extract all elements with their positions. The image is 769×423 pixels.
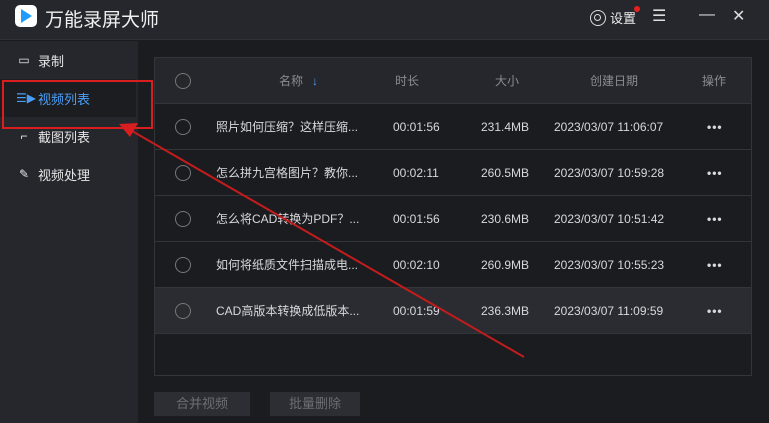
video-name: 怎么拼九宫格图片？教你... (216, 166, 359, 180)
sidebar-item-label: 视频处理 (38, 167, 91, 183)
menu-icon[interactable]: ☰ (652, 6, 666, 26)
sort-arrow-icon[interactable]: ↓ (312, 74, 318, 88)
sidebar-item-screenshot-list[interactable]: ⌐ 截图列表 (0, 117, 136, 155)
video-date: 2023/03/07 11:09:59 (554, 303, 664, 318)
more-options-icon[interactable]: ••• (707, 166, 723, 180)
more-options-icon[interactable]: ••• (707, 212, 723, 226)
video-duration: 00:02:11 (393, 165, 439, 180)
title-bar: 万能录屏大师 设置 ☰ — ✕ (0, 0, 769, 40)
screenshot-icon: ⌐ (20, 129, 28, 143)
table-row[interactable]: 如何将纸质文件扫描成电... 00:02:10 260.9MB 2023/03/… (155, 242, 751, 288)
camera-icon: ▭ (18, 53, 30, 67)
minimize-button[interactable]: — (699, 6, 715, 24)
table-row[interactable]: 照片如何压缩？这样压缩... 00:01:56 231.4MB 2023/03/… (155, 104, 751, 150)
sidebar-item-label: 录制 (38, 53, 65, 69)
video-date: 2023/03/07 10:55:23 (554, 257, 665, 272)
table-row[interactable]: 怎么拼九宫格图片？教你... 00:02:11 260.5MB 2023/03/… (155, 150, 751, 196)
video-size: 260.5MB (481, 165, 530, 180)
sidebar-item-label: 视频列表 (38, 91, 91, 107)
table-row[interactable]: CAD高版本转换成低版本... 00:01:59 236.3MB 2023/03… (155, 288, 751, 334)
sidebar-item-video-processing[interactable]: ✎ 视频处理 (0, 155, 136, 193)
row-checkbox[interactable] (175, 210, 191, 227)
video-list-icon: ☰▶ (16, 91, 36, 105)
video-duration: 00:01:56 (393, 211, 440, 226)
video-size: 260.9MB (481, 257, 530, 272)
sidebar-item-record[interactable]: ▭ 录制 (0, 41, 136, 79)
video-duration: 00:01:59 (393, 303, 440, 318)
row-checkbox[interactable] (175, 118, 191, 135)
video-name: 如何将纸质文件扫描成电... (216, 258, 359, 272)
row-checkbox[interactable] (175, 256, 191, 273)
settings-label: 设置 (610, 11, 637, 26)
video-date: 2023/03/07 10:59:28 (554, 165, 665, 180)
row-checkbox[interactable] (175, 302, 191, 319)
video-size: 231.4MB (481, 119, 530, 134)
sidebar-item-label: 截图列表 (38, 129, 91, 145)
app-logo-icon (15, 5, 37, 27)
video-table: 名称 ↓ 时长 大小 创建日期 操作 照片如何压缩？这样压缩... 00:01:… (154, 57, 752, 376)
header-size: 大小 (495, 74, 520, 88)
header-date: 创建日期 (590, 74, 639, 88)
header-ops: 操作 (702, 74, 727, 88)
row-checkbox[interactable] (175, 164, 191, 181)
notification-dot (634, 6, 640, 12)
more-options-icon[interactable]: ••• (707, 304, 723, 318)
video-duration: 00:01:56 (393, 119, 440, 134)
close-button[interactable]: ✕ (732, 6, 745, 26)
sidebar-item-video-list[interactable]: ☰▶ 视频列表 (0, 79, 136, 117)
sidebar: ▭ 录制 ☰▶ 视频列表 ⌐ 截图列表 ✎ 视频处理 (0, 41, 138, 423)
video-size: 230.6MB (481, 211, 530, 226)
video-name: 照片如何压缩？这样压缩... (216, 120, 359, 134)
more-options-icon[interactable]: ••• (707, 120, 723, 134)
more-options-icon[interactable]: ••• (707, 258, 723, 272)
merge-videos-button[interactable]: 合并视频 (154, 392, 250, 416)
video-duration: 00:02:10 (393, 257, 440, 272)
table-header: 名称 ↓ 时长 大小 创建日期 操作 (155, 58, 751, 104)
video-date: 2023/03/07 10:51:42 (554, 211, 665, 226)
header-duration: 时长 (395, 74, 420, 88)
video-size: 236.3MB (481, 303, 530, 318)
tools-icon: ✎ (18, 167, 30, 181)
gear-icon (590, 9, 606, 26)
app-title: 万能录屏大师 (45, 10, 160, 31)
select-all-checkbox[interactable] (175, 72, 191, 89)
table-row[interactable]: 怎么将CAD转换为PDF？... 00:01:56 230.6MB 2023/0… (155, 196, 751, 242)
settings-button[interactable]: 设置 (590, 8, 636, 27)
video-name: 怎么将CAD转换为PDF？... (216, 212, 360, 226)
header-name[interactable]: 名称 (279, 72, 303, 89)
video-date: 2023/03/07 11:06:07 (554, 119, 664, 134)
video-name: CAD高版本转换成低版本... (216, 304, 360, 318)
batch-delete-button[interactable]: 批量删除 (270, 392, 360, 416)
